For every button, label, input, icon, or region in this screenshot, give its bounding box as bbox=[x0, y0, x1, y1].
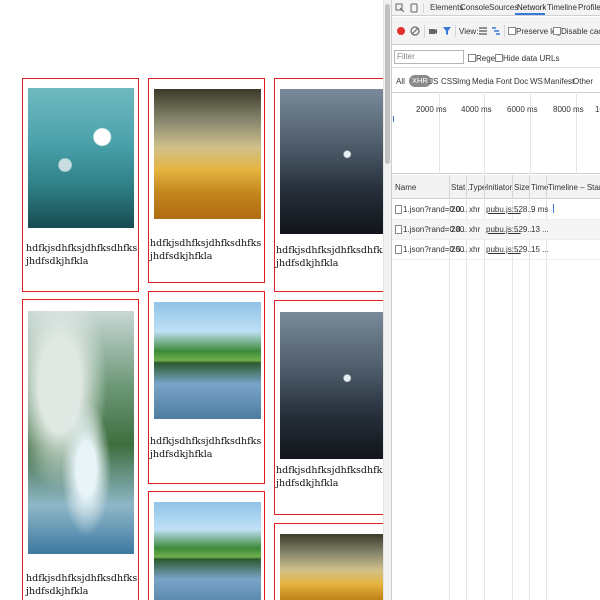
type-other[interactable]: Other bbox=[573, 77, 593, 86]
card-caption: hdfkjsdhfksjdhfksdhfksjhdfsdkjhfkla bbox=[276, 245, 383, 269]
card-image bbox=[280, 312, 383, 459]
card-caption: hdfkjsdhfksjdhfksdhfksjhdfsdkjhfkla bbox=[26, 573, 138, 597]
type-xhr[interactable]: XHR bbox=[409, 75, 431, 87]
card-caption: hdfkjsdhfksjdhfksdhfksjhdfsdkjhfkla bbox=[150, 436, 262, 460]
tab-elements[interactable]: Elements bbox=[430, 3, 463, 12]
card-image bbox=[28, 88, 134, 228]
hide-data-urls-label: Hide data URLs bbox=[503, 54, 560, 63]
request-timeline-bar bbox=[553, 204, 554, 213]
filter-icon[interactable] bbox=[442, 26, 452, 36]
type-img[interactable]: Img bbox=[457, 77, 470, 86]
image-card[interactable] bbox=[274, 523, 383, 600]
view-label: View: bbox=[459, 27, 479, 36]
disable-cache-label: Disable cache bbox=[561, 27, 600, 36]
hide-data-urls-checkbox[interactable] bbox=[495, 54, 503, 62]
image-card[interactable]: hdfkjsdhfksjdhfksdhfksjhdfsdkjhfkla bbox=[274, 78, 383, 292]
col-initiator[interactable]: Initiator bbox=[486, 183, 512, 192]
image-card[interactable] bbox=[148, 491, 265, 600]
inspect-element-icon[interactable] bbox=[395, 3, 405, 13]
type-css[interactable]: CSS bbox=[441, 77, 457, 86]
card-image bbox=[154, 89, 261, 219]
waterfall-page: hdfkjsdhfksjdhfksdhfksjhdfsdkjhfkla hdfk… bbox=[0, 0, 383, 600]
regex-checkbox[interactable] bbox=[468, 54, 476, 62]
page-scrollbar[interactable] bbox=[383, 0, 391, 600]
request-type: xhr bbox=[469, 205, 481, 214]
requests-table-header: Name Stat... Type Initiator Size Time Ti… bbox=[392, 175, 600, 199]
col-timeline[interactable]: Timeline – Start Time bbox=[548, 183, 600, 192]
clear-icon[interactable] bbox=[410, 26, 420, 36]
request-time: 13 ... bbox=[531, 225, 549, 234]
disable-cache-checkbox[interactable] bbox=[553, 27, 561, 35]
image-card[interactable]: hdfkjsdhfksjdhfksdhfksjhdfsdkjhfkla bbox=[22, 78, 139, 292]
resource-type-row: All XHR JS CSS Img Media Font Doc WS Man… bbox=[392, 69, 600, 93]
timeline-overview[interactable]: 2000 ms 4000 ms 6000 ms 8000 ms 10 bbox=[392, 94, 600, 174]
request-time: 15 ... bbox=[531, 245, 549, 254]
request-type: xhr bbox=[469, 245, 481, 254]
request-row[interactable]: 1.json?rand=0.8... 200 xhr pubu.js:... 5… bbox=[392, 220, 600, 240]
overview-waterfall-icon[interactable] bbox=[491, 26, 501, 36]
timeline-tick: 6000 ms bbox=[507, 105, 538, 114]
request-time: 9 ms bbox=[531, 205, 549, 214]
card-image bbox=[154, 502, 261, 600]
large-rows-icon[interactable] bbox=[478, 26, 488, 36]
tab-network[interactable]: Network bbox=[517, 3, 546, 12]
timeline-tick: 10 bbox=[595, 105, 600, 114]
preserve-log-checkbox[interactable] bbox=[508, 27, 516, 35]
card-caption: hdfkjsdhfksjdhfksdhfksjhdfsdkjhfkla bbox=[150, 238, 262, 262]
card-caption: hdfkjsdhfksjdhfksdhfksjhdfsdkjhfkla bbox=[26, 243, 138, 267]
type-font[interactable]: Font bbox=[496, 77, 512, 86]
request-status: 200 bbox=[451, 205, 465, 214]
screenshot-capture-icon[interactable] bbox=[428, 26, 438, 36]
type-media[interactable]: Media bbox=[472, 77, 494, 86]
network-toolbar: View: Preserve log Disable cache bbox=[392, 17, 600, 45]
col-size[interactable]: Size bbox=[514, 183, 530, 192]
document-icon bbox=[395, 225, 402, 234]
type-all[interactable]: All bbox=[396, 77, 405, 86]
tab-profiles[interactable]: Profiles bbox=[578, 3, 600, 12]
device-mode-icon[interactable] bbox=[409, 3, 419, 13]
col-name[interactable]: Name bbox=[395, 183, 416, 192]
image-card[interactable]: hdfkjsdhfksjdhfksdhfksjhdfsdkjhfkla bbox=[274, 300, 383, 515]
timeline-tick: 2000 ms bbox=[416, 105, 447, 114]
document-icon bbox=[395, 245, 402, 254]
page-scrollbar-thumb[interactable] bbox=[385, 4, 390, 164]
timeline-tick: 8000 ms bbox=[553, 105, 584, 114]
active-tab-indicator bbox=[515, 13, 545, 15]
request-status: 200 bbox=[451, 245, 465, 254]
image-card[interactable]: hdfkjsdhfksjdhfksdhfksjhdfsdkjhfkla bbox=[148, 291, 265, 484]
type-manifest[interactable]: Manifest bbox=[544, 77, 574, 86]
request-row[interactable]: 1.json?rand=0.0... 200 xhr pubu.js:... 5… bbox=[392, 200, 600, 220]
filter-input[interactable]: Filter bbox=[394, 50, 464, 64]
timeline-tick: 4000 ms bbox=[461, 105, 492, 114]
document-icon bbox=[395, 205, 402, 214]
tab-sources[interactable]: Sources bbox=[489, 3, 518, 12]
card-caption: hdfkjsdhfksjdhfksdhfksjhdfsdkjhfkla bbox=[276, 465, 383, 489]
filter-row: Filter Regex Hide data URLs bbox=[392, 46, 600, 68]
tab-console[interactable]: Console bbox=[460, 3, 489, 12]
request-type: xhr bbox=[469, 225, 481, 234]
card-image bbox=[154, 302, 261, 419]
record-icon[interactable] bbox=[396, 26, 406, 36]
devtools-panel: Elements Console Sources Network Timelin… bbox=[391, 0, 600, 600]
request-status: 200 bbox=[451, 225, 465, 234]
card-image bbox=[280, 89, 383, 234]
tab-timeline[interactable]: Timeline bbox=[547, 3, 577, 12]
type-js[interactable]: JS bbox=[429, 77, 438, 86]
type-ws[interactable]: WS bbox=[530, 77, 543, 86]
image-card[interactable]: hdfkjsdhfksjdhfksdhfksjhdfsdkjhfkla bbox=[148, 78, 265, 283]
image-card[interactable]: hdfkjsdhfksjdhfksdhfksjhdfsdkjhfkla bbox=[22, 299, 139, 600]
card-image bbox=[28, 311, 134, 554]
type-doc[interactable]: Doc bbox=[514, 77, 528, 86]
timeline-marker bbox=[393, 116, 394, 122]
requests-table-body: 1.json?rand=0.0... 200 xhr pubu.js:... 5… bbox=[392, 200, 600, 600]
devtools-tabbar: Elements Console Sources Network Timelin… bbox=[392, 0, 600, 16]
request-row[interactable]: 1.json?rand=0.5... 200 xhr pubu.js:... 5… bbox=[392, 240, 600, 260]
card-image bbox=[280, 534, 383, 600]
